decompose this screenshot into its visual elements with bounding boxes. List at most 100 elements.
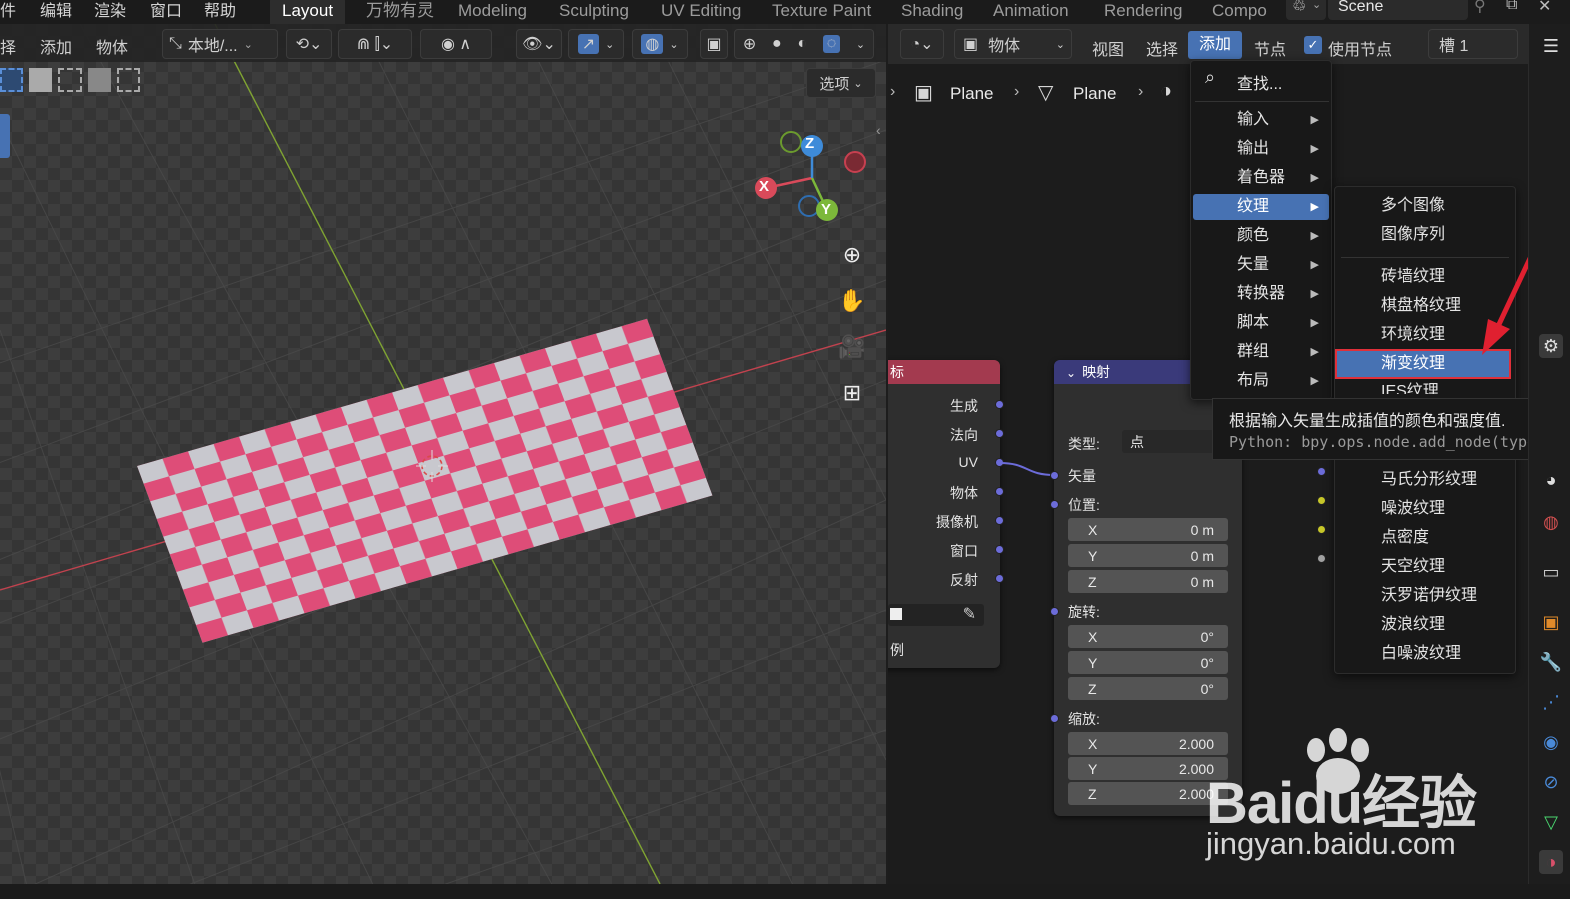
tab-rendering[interactable]: Rendering <box>1092 0 1194 24</box>
tool-settings-icon[interactable]: ⚙ <box>1539 334 1563 358</box>
tab-modeling[interactable]: Modeling <box>446 0 539 24</box>
menu-file[interactable]: 件 <box>0 0 16 21</box>
select-new-icon[interactable] <box>0 68 24 92</box>
submenu-item-point-density[interactable]: 点密度 <box>1337 525 1513 551</box>
rotation-y-field[interactable]: Y 0° <box>1068 651 1228 674</box>
scene-selector-button[interactable]: ♲ ⌄ <box>1286 0 1326 20</box>
world-properties-icon[interactable]: ◍ <box>1539 510 1563 534</box>
location-z-field[interactable]: Z 0 m <box>1068 570 1228 593</box>
select-subtract-icon[interactable] <box>58 68 82 92</box>
socket-vector-in[interactable] <box>1050 471 1059 480</box>
zoom-icon[interactable]: ⊕ <box>836 242 868 274</box>
menu-item-group[interactable]: 群组 ▶ <box>1193 339 1329 365</box>
menu-item-script[interactable]: 脚本 ▶ <box>1193 310 1329 336</box>
tab-animation[interactable]: Animation <box>981 0 1081 24</box>
tab-shading[interactable]: Shading <box>889 0 975 24</box>
menu-window[interactable]: 窗口 <box>150 0 182 21</box>
rotation-x-field[interactable]: X 0° <box>1068 625 1228 648</box>
select-intersect-icon[interactable] <box>116 68 141 92</box>
duplicate-scene-icon[interactable]: ⧉ <box>1506 0 1517 14</box>
menu-add-node[interactable]: 添加 <box>1188 31 1242 59</box>
submenu-item-musgrave[interactable]: 马氏分形纹理 <box>1337 467 1513 493</box>
overlay-toggle-button[interactable]: ◍ ⌄ <box>632 29 688 59</box>
select-extend-icon[interactable] <box>29 68 53 92</box>
socket-hidden-node-4[interactable] <box>1317 554 1326 563</box>
socket-hidden-node-2[interactable] <box>1317 496 1326 505</box>
scale-y-field[interactable]: Y 2.000 <box>1068 757 1228 780</box>
menu-select[interactable]: 择 <box>0 34 16 58</box>
scale-z-field[interactable]: Z 2.000 <box>1068 782 1228 805</box>
perspective-grid-icon[interactable]: ⊞ <box>836 380 868 412</box>
visibility-button[interactable]: 👁⌄ <box>516 29 562 59</box>
material-shading-icon[interactable]: ◐ <box>797 35 807 53</box>
tab-sculpting[interactable]: Sculpting <box>547 0 641 24</box>
select-invert-icon[interactable] <box>87 68 111 92</box>
proportional-edit-button[interactable]: ◉ ∧ <box>420 29 492 59</box>
pan-hand-icon[interactable]: ✋ <box>836 288 868 320</box>
solid-shading-icon[interactable]: ● <box>772 35 782 53</box>
delete-scene-icon[interactable]: ✕ <box>1538 0 1551 16</box>
submenu-item-sky[interactable]: 天空纹理 <box>1337 554 1513 580</box>
pin-icon[interactable]: ⚲ <box>1474 0 1486 16</box>
socket-location-in[interactable] <box>1050 500 1059 509</box>
socket-rotation-in[interactable] <box>1050 607 1059 616</box>
scale-x-field[interactable]: X 2.000 <box>1068 732 1228 755</box>
active-tool-indicator[interactable] <box>0 114 10 158</box>
outliner-icon[interactable]: ☰ <box>1539 34 1563 58</box>
collapse-arrow-icon[interactable]: ⌄ <box>1066 366 1076 380</box>
socket-scale-in[interactable] <box>1050 714 1059 723</box>
particles-icon[interactable]: ⋰ <box>1539 690 1563 714</box>
tab-uv-editing[interactable]: UV Editing <box>649 0 753 24</box>
location-y-field[interactable]: Y 0 m <box>1068 544 1228 567</box>
shader-type-dropdown[interactable]: ▣ 物体 ⌄ <box>954 29 1072 59</box>
menu-item-output[interactable]: 输出 ▶ <box>1193 136 1329 162</box>
menu-item-layout[interactable]: 布局 ▶ <box>1193 368 1329 394</box>
location-x-field[interactable]: X 0 m <box>1068 518 1228 541</box>
mesh-data-icon[interactable]: ▽ <box>1539 810 1563 834</box>
submenu-item-voronoi[interactable]: 沃罗诺伊纹理 <box>1337 583 1513 609</box>
use-nodes-checkbox[interactable]: ✓ <box>1304 36 1322 54</box>
tab-wanwu[interactable]: 万物有灵 <box>354 0 446 24</box>
sidebar-toggle-icon[interactable]: ‹ <box>876 122 881 138</box>
menu-item-texture[interactable]: 纹理 ▶ <box>1193 194 1329 220</box>
submenu-item-ies[interactable]: IES纹理 <box>1337 380 1513 394</box>
submenu-item-wave[interactable]: 波浪纹理 <box>1337 612 1513 638</box>
tab-texture-paint[interactable]: Texture Paint <box>760 0 883 24</box>
breadcrumb-mesh[interactable]: Plane <box>1073 84 1116 104</box>
menu-help[interactable]: 帮助 <box>204 0 236 21</box>
wrench-icon[interactable]: 🔧 <box>1539 650 1563 674</box>
snap-button[interactable]: ⋒ ⫿⌄ <box>338 29 412 59</box>
object-properties-icon[interactable]: ▣ <box>1539 610 1563 634</box>
submenu-item-white-noise[interactable]: 白噪波纹理 <box>1337 641 1513 667</box>
material-slot-dropdown[interactable]: 槽 1 <box>1428 29 1518 59</box>
menu-item-color[interactable]: 颜色 ▶ <box>1193 223 1329 249</box>
material-properties-icon[interactable]: ◑ <box>1539 850 1563 874</box>
socket-hidden-node-3[interactable] <box>1317 525 1326 534</box>
menu-select-node[interactable]: 选择 <box>1146 36 1178 60</box>
editor-type-button[interactable]: ◔⌄ <box>900 29 944 59</box>
tab-compositing[interactable]: Compo <box>1200 0 1279 24</box>
gizmo-x-label[interactable]: X <box>759 178 769 195</box>
rendered-shading-icon[interactable]: ◌ <box>822 35 841 53</box>
menu-view[interactable]: 视图 <box>1092 36 1124 60</box>
menu-item-vector[interactable]: 矢量 ▶ <box>1193 252 1329 278</box>
gizmo-z-label[interactable]: Z <box>805 135 814 152</box>
submenu-item-noise[interactable]: 噪波纹理 <box>1337 496 1513 522</box>
camera-view-icon[interactable]: 🎥 <box>836 334 868 366</box>
menu-node[interactable]: 节点 <box>1254 36 1286 60</box>
render-properties-icon[interactable]: ◕ <box>1539 468 1563 492</box>
gizmo-y-label[interactable]: Y <box>821 201 831 218</box>
pivot-point-button[interactable]: ⟲⌄ <box>286 29 332 59</box>
tab-layout[interactable]: Layout <box>270 0 346 24</box>
physics-icon[interactable]: ◉ <box>1539 730 1563 754</box>
collection-icon[interactable]: ▭ <box>1539 560 1563 584</box>
constraints-icon[interactable]: ⊘ <box>1539 770 1563 794</box>
xray-toggle-button[interactable]: ▣ <box>700 29 728 59</box>
scene-name-field[interactable]: Scene <box>1328 0 1468 20</box>
menu-render[interactable]: 渲染 <box>94 0 126 21</box>
menu-add[interactable]: 添加 <box>40 34 72 58</box>
breadcrumb-object[interactable]: Plane <box>950 84 993 104</box>
wireframe-shading-icon[interactable]: ⊕ <box>743 34 756 54</box>
gizmo-toggle-button[interactable]: ↗ ⌄ <box>568 29 624 59</box>
3d-viewport[interactable]: Z X Y ⊕ ✋ 🎥 ⊞ ‹ <box>0 24 886 884</box>
